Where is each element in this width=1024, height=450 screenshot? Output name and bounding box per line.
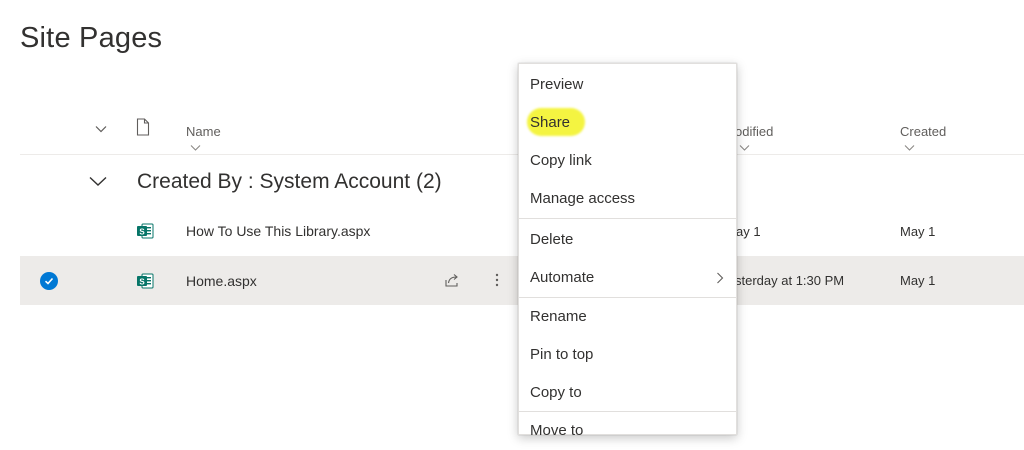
menu-item-label: Copy to: [530, 384, 582, 401]
file-name[interactable]: Home.aspx: [186, 273, 257, 289]
column-header-created[interactable]: Created: [900, 124, 946, 154]
modified-date: sterday at 1:30 PM: [735, 273, 845, 288]
menu-item-pin-to-top[interactable]: Pin to top: [519, 336, 736, 374]
menu-item-manage-access[interactable]: Manage access: [519, 180, 736, 218]
menu-item-label: Share: [530, 114, 571, 131]
chevron-down-icon: [739, 144, 750, 151]
svg-text:S: S: [139, 227, 145, 236]
menu-divider: [519, 218, 736, 219]
menu-item-automate[interactable]: Automate: [519, 259, 736, 297]
menu-item-copy-to[interactable]: Copy to: [519, 374, 736, 412]
share-icon[interactable]: [444, 272, 460, 288]
menu-item-delete[interactable]: Delete: [519, 221, 736, 259]
checkmark-circle-icon[interactable]: [40, 272, 58, 290]
menu-item-preview[interactable]: Preview: [519, 66, 736, 104]
menu-item-label: Preview: [530, 76, 584, 93]
menu-item-label: Delete: [530, 231, 574, 248]
page-title: Site Pages: [20, 22, 163, 54]
group-header-label: Created By : System Account (2): [137, 170, 442, 193]
column-header-name-label: Name: [186, 124, 221, 139]
chevron-down-icon[interactable]: [94, 122, 108, 136]
chevron-down-icon[interactable]: [88, 174, 108, 188]
chevron-right-icon: [717, 272, 724, 284]
menu-item-label: Pin to top: [530, 346, 594, 363]
modified-date: ay 1: [736, 224, 761, 239]
chevron-down-icon: [904, 144, 915, 151]
menu-item-move-to[interactable]: Move to: [519, 412, 736, 450]
context-menu: Preview Share Copy link Manage access De…: [518, 63, 737, 439]
sharepoint-page-icon: S: [137, 223, 154, 239]
svg-text:S: S: [139, 277, 145, 286]
column-header-modified-label: odified: [735, 124, 774, 139]
document-icon[interactable]: [136, 118, 150, 136]
menu-item-share[interactable]: Share: [519, 104, 736, 142]
menu-item-rename[interactable]: Rename: [519, 298, 736, 336]
created-date: May 1: [900, 224, 936, 239]
column-header-created-label: Created: [900, 124, 947, 139]
column-header-modified[interactable]: odified: [735, 124, 773, 154]
menu-item-copy-link[interactable]: Copy link: [519, 142, 736, 180]
sharepoint-page-icon: S: [137, 273, 154, 289]
file-name[interactable]: How To Use This Library.aspx: [186, 223, 370, 239]
more-vertical-icon[interactable]: [494, 272, 500, 288]
chevron-down-icon: [190, 144, 201, 151]
menu-item-label: Manage access: [530, 190, 636, 207]
menu-item-label: Copy link: [530, 152, 592, 169]
menu-item-label: Rename: [530, 308, 587, 325]
created-date: May 1: [900, 273, 936, 288]
menu-item-label: Automate: [530, 269, 595, 286]
column-header-name[interactable]: Name: [186, 124, 221, 154]
